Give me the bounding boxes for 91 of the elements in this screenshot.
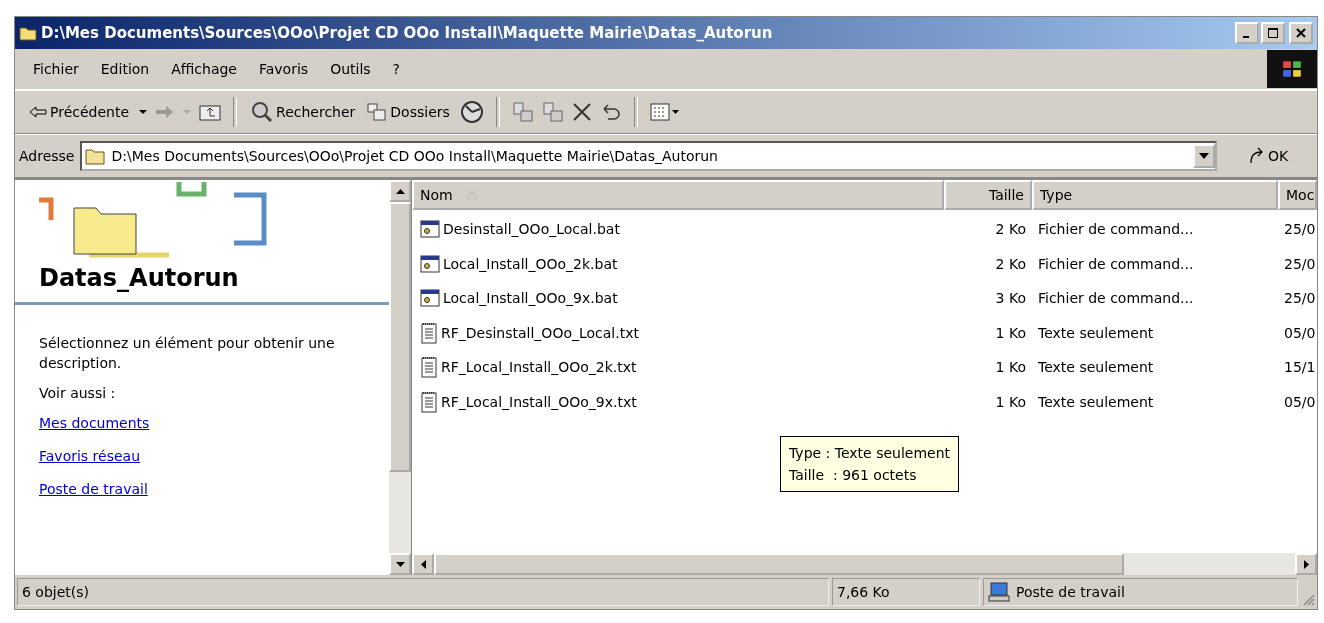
total-size: 7,66 Ko	[837, 584, 890, 600]
file-type: Fichier de command...	[1038, 221, 1194, 238]
menu-item[interactable]: Fichier	[33, 61, 79, 77]
caret-icon[interactable]	[139, 110, 148, 114]
menu-item[interactable]: ?	[392, 61, 401, 77]
object-count: 6 objet(s)	[22, 584, 90, 600]
file-type: Texte seulement	[1038, 324, 1154, 341]
link[interactable]: Poste de travail	[39, 473, 148, 506]
back-button[interactable]: Précédente	[27, 102, 132, 122]
windows-logo-icon	[1267, 50, 1317, 88]
dropdown-button[interactable]	[1193, 144, 1215, 168]
zone-label: Poste de travail	[1016, 584, 1125, 600]
modified-date: 15/1	[1284, 359, 1316, 376]
menu-item[interactable]: Favoris	[259, 61, 309, 77]
copy-to-icon[interactable]	[541, 101, 564, 123]
scroll-left-button[interactable]	[412, 553, 434, 575]
delete-icon[interactable]	[571, 102, 592, 122]
close-button[interactable]	[1289, 22, 1313, 44]
folders-icon	[367, 102, 388, 122]
file-size: 2 Ko	[995, 255, 1026, 272]
menu-item[interactable]: Edition	[100, 61, 150, 77]
move-to-icon[interactable]	[511, 101, 534, 123]
file-size: 3 Ko	[995, 290, 1026, 307]
left-arrow-icon	[420, 559, 426, 569]
column-header[interactable]: Taille	[944, 180, 1032, 210]
file-type: Fichier de command...	[1038, 290, 1194, 307]
maximize-button[interactable]	[1261, 22, 1285, 44]
vertical-scrollbar[interactable]	[389, 180, 411, 575]
window-title: D:\Mes Documents\Sources\OOo\Projet CD OOo Install\Maquette Mairie\Datas_Autorun	[41, 24, 774, 42]
computer-icon	[988, 582, 1010, 602]
link[interactable]: Favoris réseau	[39, 440, 140, 473]
go-button[interactable]: OK	[1223, 146, 1313, 166]
back-arrow-icon	[29, 106, 47, 118]
modified-date: 05/0	[1284, 324, 1316, 341]
down-arrow-icon	[395, 561, 405, 567]
modified-date: 25/0	[1284, 290, 1316, 307]
history-clock-icon[interactable]	[459, 100, 484, 124]
file-type: Texte seulement	[1038, 359, 1154, 376]
text-file-icon	[420, 321, 438, 344]
right-arrow-icon	[1303, 559, 1309, 569]
file-name[interactable]: RF_Local_Install_OOo_2k.txt	[441, 359, 637, 376]
folders-button[interactable]: Dossiers	[365, 100, 452, 124]
link[interactable]: Mes documents	[39, 407, 150, 440]
scroll-down-button[interactable]	[389, 553, 411, 575]
folder-title: Datas_Autorun	[39, 264, 239, 292]
search-button[interactable]: Rechercher	[249, 99, 358, 125]
file-type: Fichier de command...	[1038, 255, 1194, 272]
file-name[interactable]: Local_Install_OOo_2k.bat	[443, 255, 618, 272]
batch-file-icon	[420, 219, 440, 240]
file-name[interactable]: RF_Desinstall_OOo_Local.txt	[441, 324, 639, 341]
file-type: Texte seulement	[1038, 393, 1154, 410]
up-arrow-icon	[395, 188, 405, 194]
menu-item[interactable]: Affichage	[171, 61, 237, 77]
file-size: 1 Ko	[995, 393, 1026, 410]
views-grid-icon[interactable]	[649, 102, 680, 122]
folder-up-icon[interactable]	[199, 103, 222, 121]
column-header[interactable]: Type	[1032, 180, 1278, 210]
file-size: 1 Ko	[995, 324, 1026, 341]
address-label: Adresse	[19, 148, 75, 164]
minimize-icon	[1243, 36, 1249, 38]
tooltip-text: Taille : 961 octets	[789, 466, 918, 485]
text-file-icon	[420, 356, 438, 379]
horizontal-scrollbar[interactable]	[412, 553, 1317, 575]
maximize-icon	[1268, 28, 1278, 38]
address-field[interactable]: D:\Mes Documents\Sources\OOo\Projet CD OOo Install\Maquette Mairie\Datas_Autorun	[80, 141, 1217, 171]
batch-file-icon	[420, 253, 440, 274]
search-icon	[251, 101, 274, 123]
modified-date: 25/0	[1284, 255, 1316, 272]
modified-date: 25/0	[1284, 221, 1316, 238]
file-name[interactable]: RF_Local_Install_OOo_9x.txt	[441, 393, 637, 410]
close-icon	[1296, 28, 1306, 38]
caret-icon	[1199, 153, 1209, 159]
tooltip-text: Type : Texte seulement	[789, 444, 951, 463]
scroll-right-button[interactable]	[1295, 553, 1317, 575]
file-size: 1 Ko	[995, 359, 1026, 376]
resize-grip-icon[interactable]	[1301, 592, 1315, 606]
folder-icon	[85, 147, 106, 165]
folder-icon	[19, 25, 37, 41]
menu-item[interactable]: Outils	[330, 61, 371, 77]
batch-file-icon	[420, 288, 440, 309]
modified-date: 05/0	[1284, 393, 1316, 410]
description-text: Sélectionnez un élément pour obtenir une description.	[39, 334, 336, 373]
file-size: 2 Ko	[995, 221, 1026, 238]
file-name[interactable]: Desinstall_OOo_Local.bat	[443, 221, 620, 238]
minimize-button[interactable]	[1235, 22, 1259, 44]
file-name[interactable]: Local_Install_OOo_9x.bat	[443, 290, 618, 307]
see-also-label: Voir aussi :	[39, 385, 116, 401]
column-header[interactable]: Nom	[412, 180, 944, 210]
text-file-icon	[420, 390, 438, 413]
scroll-up-button[interactable]	[389, 180, 411, 202]
column-header[interactable]: Moc	[1278, 180, 1317, 210]
